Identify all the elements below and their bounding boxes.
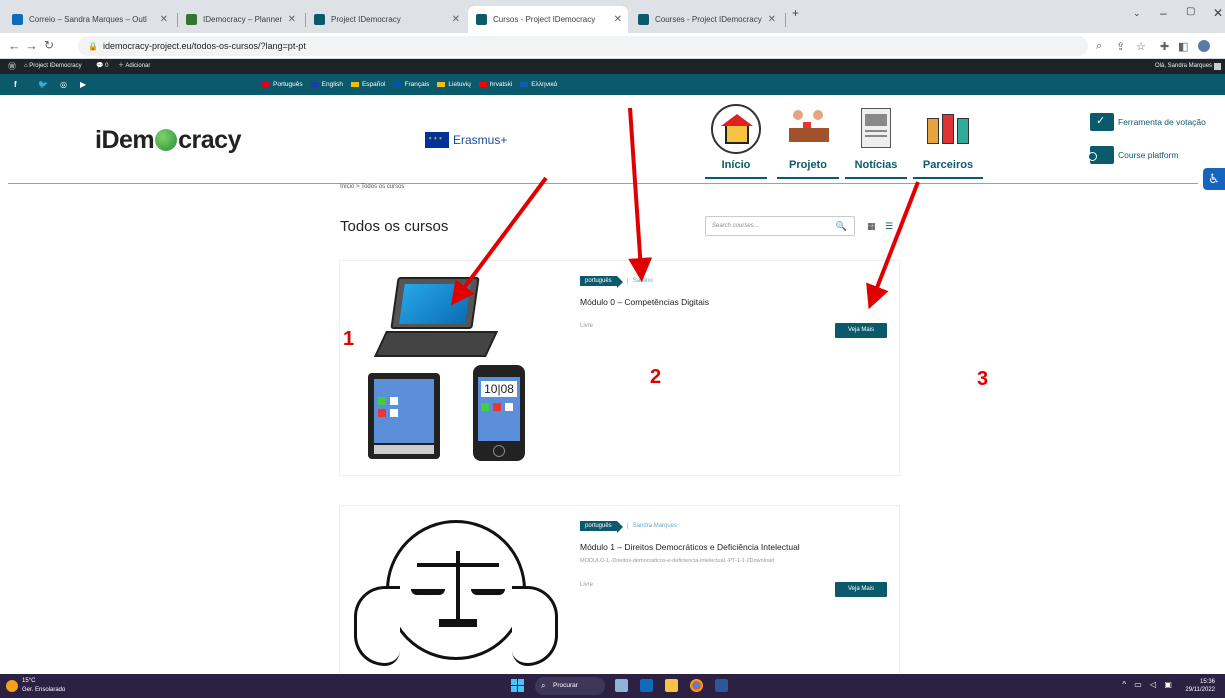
word-icon[interactable] <box>715 679 728 692</box>
annotation-label-2: 2 <box>650 366 662 388</box>
search-icon: ⌕ <box>541 681 546 690</box>
outlook-taskbar-icon[interactable] <box>640 679 653 692</box>
annotation-arrow-1 <box>450 176 548 306</box>
task-view-icon[interactable] <box>615 679 628 692</box>
annotation-arrow-3 <box>866 181 920 310</box>
taskbar-clock[interactable]: 15:36 29/11/2022 <box>1185 678 1215 694</box>
annotation-label-1: 1 <box>343 328 355 350</box>
weather-widget[interactable]: 15°C Ger. Ensolarado <box>22 677 65 695</box>
annotation-label-3: 3 <box>977 368 989 390</box>
system-tray[interactable]: ^ ▭ ◁ ▣ <box>1122 680 1175 689</box>
chrome-icon[interactable] <box>690 679 703 692</box>
taskbar-search[interactable]: ⌕ Procurar <box>535 677 605 695</box>
windows-start-icon[interactable] <box>511 679 524 692</box>
file-explorer-icon[interactable] <box>665 679 678 692</box>
annotation-arrows <box>450 107 920 310</box>
weather-sun-icon[interactable] <box>6 680 18 692</box>
windows-taskbar: 15°C Ger. Ensolarado ⌕ Procurar ^ ▭ ◁ ▣ 1… <box>0 674 1225 698</box>
annotation-arrow-2 <box>628 107 653 282</box>
